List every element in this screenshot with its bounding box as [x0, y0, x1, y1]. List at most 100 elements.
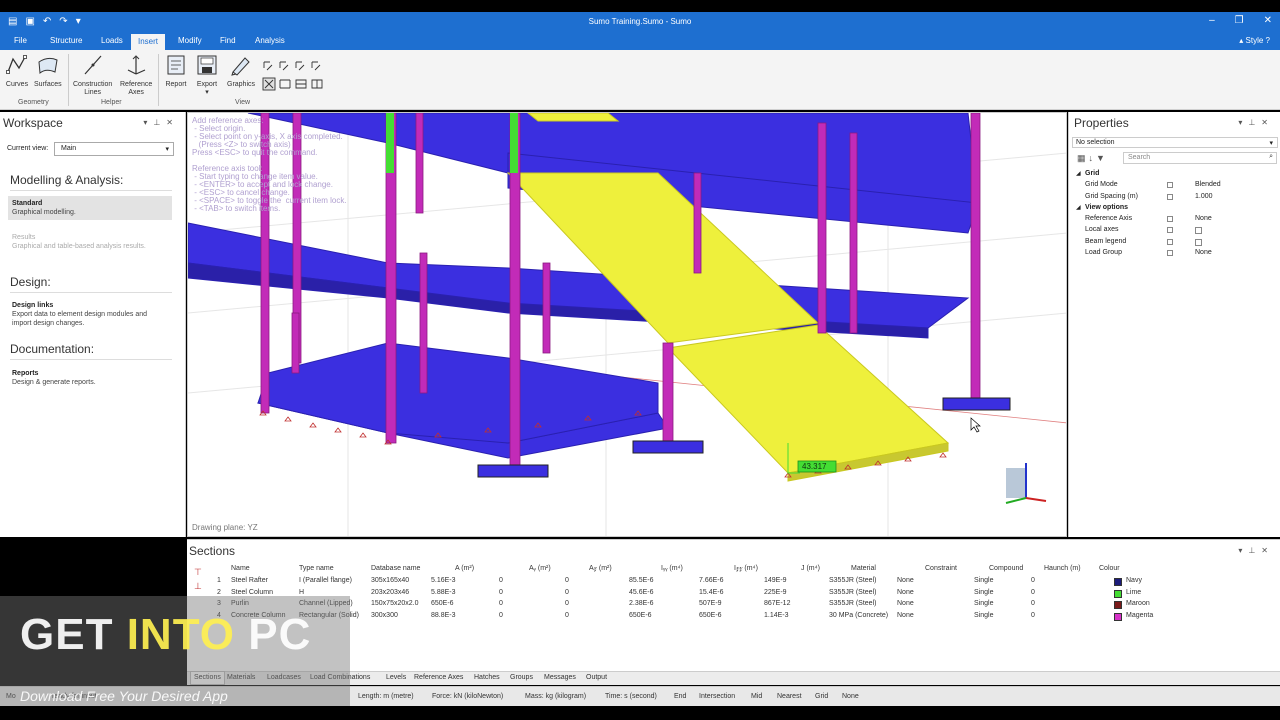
minimize-icon[interactable]: – — [1209, 15, 1215, 26]
reference-axis-row[interactable]: Reference Axis None — [1085, 214, 1279, 225]
close-icon[interactable]: ✕ — [1264, 15, 1272, 26]
lock-box[interactable] — [1167, 194, 1173, 200]
workspace-item-results[interactable]: Results Graphical and table-based analys… — [8, 230, 172, 254]
categorize-icon[interactable]: ▦ — [1077, 153, 1089, 163]
graphics-button[interactable]: Graphics — [227, 54, 255, 89]
panel-menu-icon[interactable]: ▾ — [1238, 546, 1248, 555]
table-row[interactable]: 2 Steel Column H 203x203x46 5.88E-3 0 0 45.6E-6… — [209, 589, 1169, 600]
workspace-item-design-links[interactable]: Design links Export data to element desi… — [8, 298, 172, 331]
table-row[interactable]: 3 Purlin Channel (Lipped) 150x75x20x2.0 650E… — [209, 600, 1169, 611]
snap-intersection[interactable]: Intersection — [699, 693, 735, 700]
section-library-icon[interactable]: ⊥ — [194, 579, 202, 593]
close-icon[interactable]: ✕ — [1261, 118, 1274, 127]
tab-structure[interactable]: Structure — [50, 36, 82, 45]
status-time-units[interactable]: Time: s (second) — [605, 693, 657, 700]
snap-mid[interactable]: Mid — [751, 693, 762, 700]
tab-insert[interactable]: Insert — [131, 34, 166, 50]
column-header[interactable]: Iᵧᵧ (m⁴) — [661, 565, 683, 572]
view-options-category[interactable]: ◢ View options — [1076, 203, 1279, 214]
3d-viewport[interactable]: 43.317 Add reference axes: - Select orig… — [187, 112, 1067, 537]
bottom-tab-hatches[interactable]: Hatches — [474, 674, 500, 681]
table-cell: 203x203x46 — [371, 588, 410, 596]
local-axes-row[interactable]: Local axes — [1085, 225, 1279, 236]
surfaces-button[interactable]: Surfaces — [34, 54, 62, 89]
reference-axes-button[interactable]: Reference Axes — [120, 54, 152, 97]
column-header[interactable]: Aᵧ (m²) — [529, 565, 551, 572]
filter-icon[interactable]: ▼ — [1096, 153, 1108, 163]
bottom-tab-output[interactable]: Output — [586, 674, 607, 681]
snap-nearest[interactable]: Nearest — [777, 693, 802, 700]
table-row[interactable]: 1 Steel Rafter I (Parallel flange) 305x165x… — [209, 577, 1169, 588]
lock-box[interactable] — [1167, 239, 1173, 245]
bottom-tab-groups[interactable]: Groups — [510, 674, 533, 681]
properties-search-input[interactable]: Search ⌕ — [1123, 152, 1277, 164]
dimension-value[interactable]: 43.317 — [802, 462, 826, 471]
pin-icon[interactable]: ⊥ — [1248, 546, 1261, 555]
tab-modify[interactable]: Modify — [178, 36, 202, 45]
lock-box[interactable] — [1167, 227, 1173, 233]
column-header[interactable]: Material — [851, 565, 876, 572]
tab-find[interactable]: Find — [220, 36, 236, 45]
panel-menu-icon[interactable]: ▾ — [1238, 118, 1248, 127]
style-menu[interactable]: ▴ Style ? — [1239, 36, 1270, 45]
table-row[interactable]: 4 Concrete Column Rectangular (Solid) 300x3… — [209, 612, 1169, 623]
lock-box[interactable] — [1167, 216, 1173, 222]
bottom-tab-levels[interactable]: Levels — [386, 674, 406, 681]
lock-box[interactable] — [1167, 182, 1173, 188]
status-length-units[interactable]: Length: m (metre) — [358, 693, 414, 700]
search-icon[interactable]: ⌕ — [1269, 153, 1273, 161]
column-header[interactable]: A𝓏 (m²) — [589, 565, 612, 573]
sort-icon[interactable]: ↓ — [1089, 153, 1097, 163]
colour-swatch[interactable] — [1114, 589, 1122, 598]
snap-grid[interactable]: Grid — [815, 693, 828, 700]
grid-mode-key: Grid Mode — [1085, 181, 1118, 188]
column-header[interactable]: Database name — [371, 565, 420, 572]
report-button[interactable]: Report — [164, 54, 188, 89]
status-mass-units[interactable]: Mass: kg (kilogram) — [525, 693, 586, 700]
workspace-item-standard[interactable]: Standard Graphical modelling. — [8, 196, 172, 220]
tab-analysis[interactable]: Analysis — [255, 36, 285, 45]
tab-loads[interactable]: Loads — [101, 36, 123, 45]
grid-mode-row[interactable]: Grid Mode Blended — [1085, 180, 1279, 191]
construction-lines-button[interactable]: Construction Lines — [73, 54, 112, 97]
beam-legend-checkbox[interactable] — [1195, 239, 1202, 246]
selection-dropdown[interactable]: No selection ▾ — [1072, 137, 1278, 148]
column-header[interactable]: A (m²) — [455, 565, 474, 572]
close-icon[interactable]: ✕ — [166, 118, 179, 127]
grid-category[interactable]: ◢ Grid — [1076, 169, 1279, 180]
beam-legend-row[interactable]: Beam legend — [1085, 237, 1279, 248]
grid-mode-value: Blended — [1195, 181, 1221, 188]
column-header[interactable]: Haunch (m) — [1044, 565, 1081, 572]
bottom-tab-messages[interactable]: Messages — [544, 674, 576, 681]
pin-icon[interactable]: ⊥ — [1248, 118, 1261, 127]
column-header[interactable]: Name — [231, 565, 250, 572]
load-group-row[interactable]: Load Group None — [1085, 248, 1279, 259]
help-icon[interactable]: ? — [1266, 36, 1270, 45]
column-header[interactable]: Colour — [1099, 565, 1120, 572]
add-section-icon[interactable]: ⊤ — [194, 565, 202, 579]
lock-box[interactable] — [1167, 250, 1173, 256]
workspace-item-reports[interactable]: Reports Design & generate reports. — [8, 366, 172, 390]
column-header[interactable]: Constraint — [925, 565, 957, 572]
grid-spacing-row[interactable]: Grid Spacing (m) 1.000 — [1085, 192, 1279, 203]
status-force-units[interactable]: Force: kN (kiloNewton) — [432, 693, 503, 700]
bottom-tab-reference-axes[interactable]: Reference Axes — [414, 674, 463, 681]
colour-swatch[interactable] — [1114, 578, 1122, 586]
pin-icon[interactable]: ⊥ — [153, 118, 166, 127]
maximize-icon[interactable]: ❐ — [1235, 15, 1244, 26]
colour-swatch[interactable] — [1114, 601, 1122, 609]
close-icon[interactable]: ✕ — [1261, 546, 1274, 555]
panel-menu-icon[interactable]: ▾ — [143, 118, 153, 127]
colour-swatch[interactable] — [1114, 612, 1122, 621]
tab-file[interactable]: File — [14, 36, 27, 45]
column-header[interactable]: Compound — [989, 565, 1023, 572]
snap-none[interactable]: None — [842, 693, 859, 700]
curves-button[interactable]: Curves — [5, 54, 29, 89]
snap-end[interactable]: End — [674, 693, 686, 700]
local-axes-checkbox[interactable] — [1195, 227, 1202, 234]
column-header[interactable]: J (m⁴) — [801, 565, 820, 572]
column-header[interactable]: I𝓏𝓏 (m⁴) — [734, 565, 758, 573]
export-button[interactable]: Export ▾ — [195, 54, 219, 97]
column-header[interactable]: Type name — [299, 565, 334, 572]
current-view-select[interactable]: Main ▾ — [54, 142, 174, 156]
